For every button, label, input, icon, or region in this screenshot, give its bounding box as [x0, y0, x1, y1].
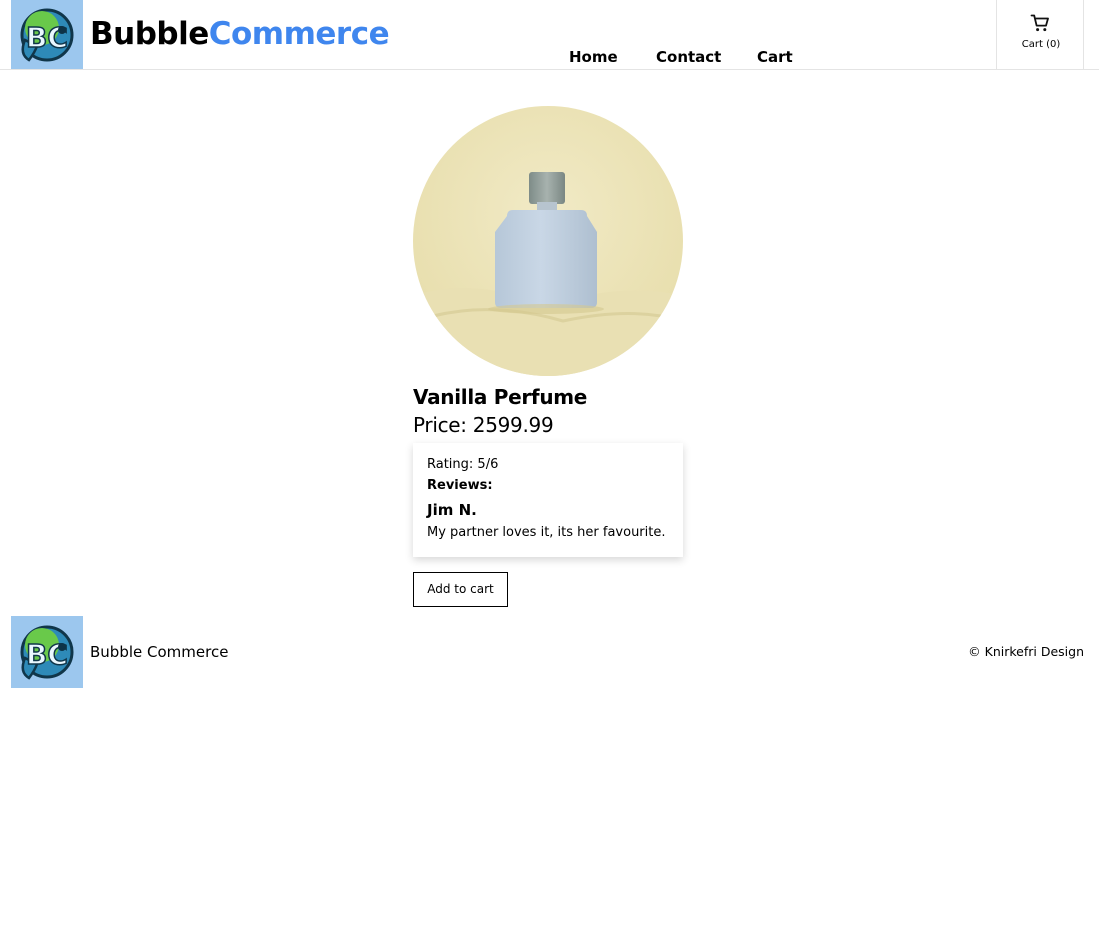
bubble-commerce-logo-icon[interactable]: BC: [11, 0, 83, 69]
shopping-cart-icon: [1030, 14, 1049, 32]
review-card: Rating: 5/6 Reviews: Jim N. My partner l…: [413, 443, 683, 557]
brand-name-part2: Commerce: [208, 16, 390, 52]
product-rating: Rating: 5/6: [427, 457, 499, 472]
footer-brand-name: Bubble Commerce: [90, 643, 229, 661]
site-header: BC BubbleCommerce Home Contact Cart Cart…: [0, 0, 1099, 70]
add-to-cart-button[interactable]: Add to cart: [413, 572, 508, 607]
nav-home-link[interactable]: Home: [569, 45, 618, 69]
review-text: My partner loves it, its her favourite.: [427, 525, 666, 540]
nav-cart-link[interactable]: Cart: [757, 45, 793, 69]
nav-contact-link[interactable]: Contact: [656, 45, 721, 69]
product-price: Price: 2599.99: [413, 413, 554, 437]
brand-name-part1: Bubble: [90, 16, 209, 52]
review-author: Jim N.: [427, 501, 477, 519]
product-image: [413, 106, 683, 376]
svg-text:BC: BC: [26, 21, 68, 54]
reviews-heading: Reviews:: [427, 478, 493, 493]
brand-name[interactable]: BubbleCommerce: [90, 13, 390, 55]
footer-logo-icon: BC: [11, 616, 83, 688]
cart-widget-button[interactable]: Cart (0): [996, 0, 1084, 69]
product-title: Vanilla Perfume: [413, 385, 588, 409]
cart-count-label: Cart (0): [1021, 39, 1061, 50]
svg-text:BC: BC: [26, 638, 68, 671]
footer-copyright: © Knirkefri Design: [968, 644, 1084, 659]
